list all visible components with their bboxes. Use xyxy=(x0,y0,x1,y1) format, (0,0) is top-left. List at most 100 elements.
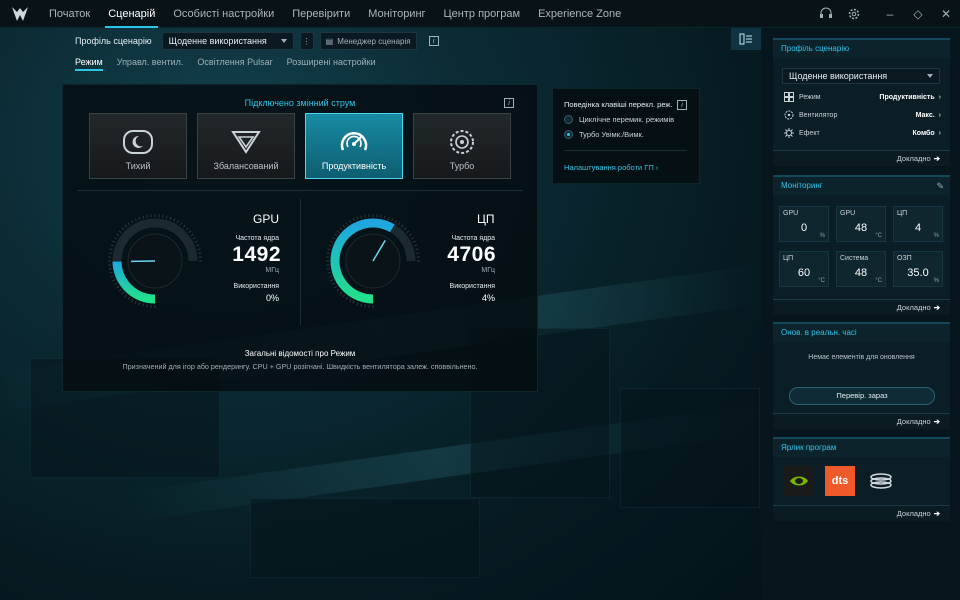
tile-unit: % xyxy=(933,233,939,239)
gpu-gauge-tick xyxy=(118,288,122,292)
panel-toggle-icon[interactable] xyxy=(731,28,761,50)
profile-label: Профіль сценарію xyxy=(75,36,152,46)
radio-turbo-toggle[interactable]: Турбо Увімк./Вимк. xyxy=(564,130,644,139)
updates-more-link[interactable]: Докладно ➔ xyxy=(897,417,940,426)
mode-quiet-button[interactable]: Тихий xyxy=(89,113,187,179)
cpu-gauge-tick xyxy=(387,216,390,220)
profile-row-mode[interactable]: Режим Продуктивність › xyxy=(783,92,941,102)
wrench-icon[interactable]: ✎ xyxy=(936,181,944,192)
divider xyxy=(77,190,523,191)
predator-logo-icon xyxy=(0,0,40,28)
mode-balanced-button[interactable]: Збалансований xyxy=(197,113,295,179)
tab-check[interactable]: Перевірити xyxy=(283,0,359,28)
tile-label: ОЗП xyxy=(897,255,912,262)
profile-select[interactable]: Щоденне використання xyxy=(161,32,294,50)
check-now-button[interactable]: Перевір. зараз xyxy=(789,387,935,405)
mode-key-behavior-panel: Поведінка клавіші перекл. реж. i Циклічн… xyxy=(552,88,700,184)
gpu-gauge-tick xyxy=(196,244,200,247)
tab-experience-zone[interactable]: Experience Zone xyxy=(529,0,630,28)
dts-icon[interactable]: dts xyxy=(825,466,855,496)
tab-scenario[interactable]: Сценарій xyxy=(99,0,164,28)
divider xyxy=(300,199,301,325)
tile-label: Система xyxy=(840,255,869,262)
cpu-gauge-tick xyxy=(356,302,359,306)
gpu-gauge-tick xyxy=(114,282,118,285)
radio-cycle-modes[interactable]: Циклічне перемик. режимів xyxy=(564,115,674,124)
mode-balanced-label: Збалансований xyxy=(213,161,279,171)
support-headset-icon[interactable] xyxy=(812,0,840,28)
mode-summary-text: Призначений для ігор або рендерингу. CPU… xyxy=(122,362,478,371)
monitoring-more-link[interactable]: Докладно ➔ xyxy=(897,303,940,312)
coil-icon[interactable] xyxy=(866,466,896,496)
close-icon[interactable]: ✕ xyxy=(932,0,960,28)
gpu-gauge-tick xyxy=(110,244,114,247)
cpu-gauge-tick xyxy=(336,230,340,234)
cpu-gauge-tick xyxy=(394,220,397,224)
gpu-title: GPU xyxy=(253,212,280,226)
gpu-gauge-tick xyxy=(109,271,113,274)
shortcuts-more-link[interactable]: Докладно ➔ xyxy=(897,509,940,518)
cpu-gauge-tick xyxy=(330,240,334,243)
scenario-manager-button[interactable]: ▤ Менеджер сценарія xyxy=(319,32,417,50)
subtab-mode[interactable]: Режим xyxy=(75,57,103,71)
tab-home[interactable]: Початок xyxy=(40,0,99,28)
cpu-gauge-tick xyxy=(345,296,349,300)
cpu-gauge-tick xyxy=(326,268,330,270)
gpu-gauge-tick xyxy=(127,222,131,226)
tab-monitoring[interactable]: Моніторинг xyxy=(359,0,434,28)
tab-app-center[interactable]: Центр програм xyxy=(435,0,530,28)
gpu-gauge-tick xyxy=(138,302,141,306)
subtab-pulsar-lighting[interactable]: Освітлення Pulsar xyxy=(197,57,272,71)
arrow-right-icon: ➔ xyxy=(933,417,940,426)
tile-label: GPU xyxy=(840,210,856,217)
gpu-gauge-tick xyxy=(110,275,114,278)
monitor-tile-gpu-usage: GPU 0 % xyxy=(779,206,829,242)
settings-gear-icon[interactable] xyxy=(840,0,868,28)
chevron-down-icon xyxy=(927,74,933,78)
subtab-fan-control[interactable]: Управл. вентил. xyxy=(117,57,184,71)
restore-icon[interactable]: ◇ xyxy=(904,0,932,28)
more-options-icon[interactable]: ⋮ xyxy=(299,32,314,50)
info-icon[interactable]: i xyxy=(677,100,687,110)
cpu-gauge-tick xyxy=(391,218,394,222)
mode-buttons: Тихий Збалансований Продуктивність Турбо xyxy=(89,113,511,179)
monitor-tile-cpu-temp: ЦП 60 °C xyxy=(779,251,829,287)
nvidia-icon[interactable] xyxy=(784,466,814,496)
subtab-advanced-settings[interactable]: Розширені настройки xyxy=(287,57,376,71)
cpu-gauge-tick xyxy=(345,222,349,226)
gpu-gauge-tick xyxy=(192,237,196,240)
cpu-gauge-tick xyxy=(397,222,401,226)
profile-row-fan[interactable]: Вентилятор Макс. › xyxy=(783,110,941,120)
profile-card-select[interactable]: Щоденне використання xyxy=(782,68,940,84)
profile-more-link[interactable]: Докладно ➔ xyxy=(897,154,940,163)
profile-select-value: Щоденне використання xyxy=(168,36,267,46)
info-icon[interactable]: i xyxy=(504,98,514,108)
cpu-gauge-tick xyxy=(330,279,334,282)
mode-performance-button[interactable]: Продуктивність xyxy=(305,113,403,179)
mode-panel: Підключено змінний струм i Тихий Збаланс… xyxy=(62,84,538,392)
cpu-gauge-tick xyxy=(328,275,332,278)
realtime-updates-card: Онов. в реальн. часі Немає елементів для… xyxy=(773,322,950,429)
chevron-right-icon: › xyxy=(938,93,941,101)
tile-unit: % xyxy=(819,233,825,239)
tile-unit: °C xyxy=(875,233,882,239)
gpu-gauge-tick xyxy=(146,304,148,308)
cpu-gauge-tick xyxy=(349,220,352,224)
mode-turbo-button[interactable]: Турбо xyxy=(413,113,511,179)
more-label: Докладно xyxy=(896,417,931,426)
minimize-icon[interactable]: – xyxy=(876,0,904,28)
gpu-freq-value: 1492 xyxy=(232,243,281,266)
info-icon[interactable]: i xyxy=(428,36,439,46)
profile-row-effect-value: Комбо xyxy=(912,129,935,137)
profile-row-effect[interactable]: Ефект Комбо › xyxy=(783,128,941,138)
tab-personal-settings[interactable]: Особисті настройки xyxy=(164,0,283,28)
monitoring-card: Моніторинг ✎ GPU 0 % GPU 48 °C ЦП 4 % ЦП… xyxy=(773,175,950,315)
cpu-gauge-tick xyxy=(360,303,363,307)
gpu-gauge-tick xyxy=(108,268,112,270)
gpu-gauge-tick xyxy=(114,237,118,240)
cpu-freq-unit: МГц xyxy=(481,267,495,274)
gpu-gauge-tick xyxy=(124,224,128,228)
gpu-gauge-tick xyxy=(179,222,183,226)
gpu-gauge-tick xyxy=(134,218,137,222)
gpu-settings-link[interactable]: Налаштування роботи ГП › xyxy=(564,163,658,172)
